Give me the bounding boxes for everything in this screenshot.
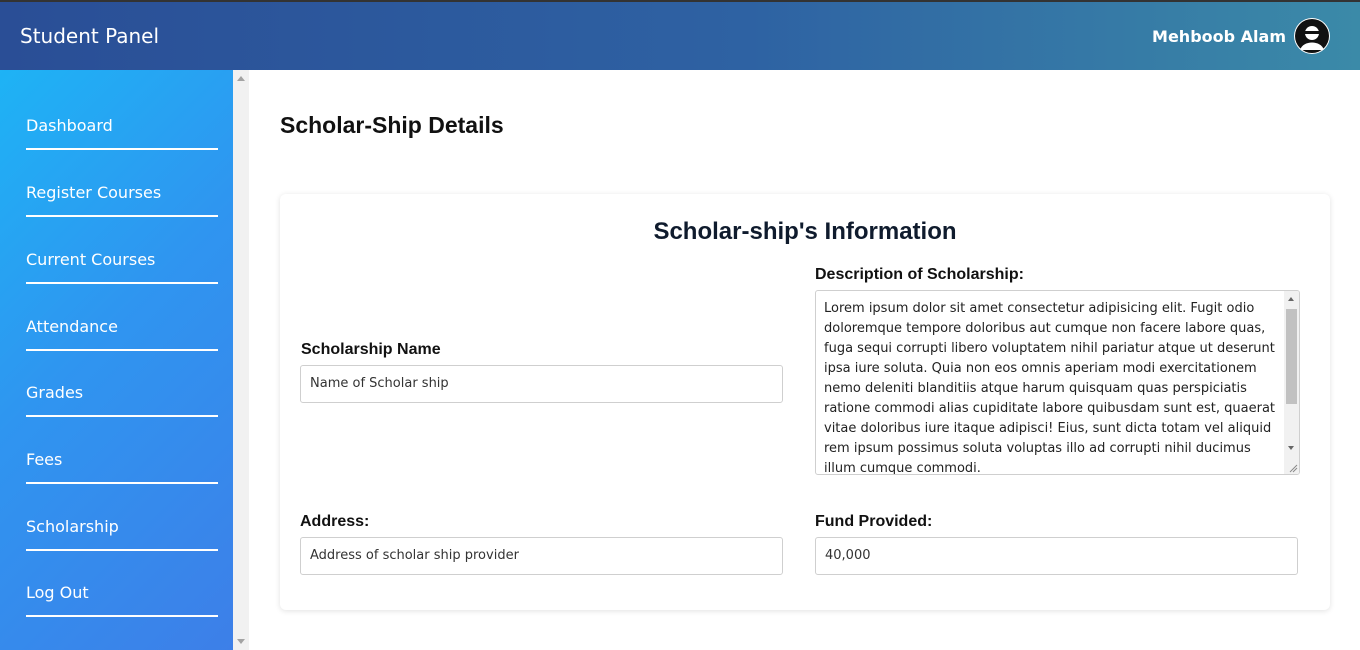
sidebar-item-register-courses[interactable]: Register Courses	[26, 173, 218, 217]
address-input[interactable]: Address of scholar ship provider	[300, 537, 783, 575]
sidebar-item-scholarship[interactable]: Scholarship	[26, 507, 218, 551]
sidebar-item-grades[interactable]: Grades	[26, 373, 218, 417]
sidebar-item-dashboard[interactable]: Dashboard	[26, 106, 218, 150]
sidebar-item-label: Scholarship	[26, 517, 119, 536]
sidebar-item-label: Register Courses	[26, 183, 162, 202]
textarea-scroll-up-icon[interactable]	[1288, 297, 1294, 301]
scholarship-name-input[interactable]: Name of Scholar ship	[300, 365, 783, 403]
sidebar-scrollbar[interactable]	[233, 70, 249, 650]
user-menu[interactable]: Mehboob Alam	[1152, 18, 1330, 54]
sidebar-item-label: Log Out	[26, 583, 89, 602]
brand-title: Student Panel	[20, 24, 160, 48]
sidebar-item-log-out[interactable]: Log Out	[26, 573, 218, 617]
description-text: Lorem ipsum dolor sit amet consectetur a…	[824, 301, 1276, 475]
fund-provided-label: Fund Provided:	[815, 513, 933, 530]
textarea-scroll-thumb[interactable]	[1286, 309, 1297, 404]
sidebar: Dashboard Register Courses Current Cours…	[0, 70, 233, 650]
address-label: Address:	[300, 513, 370, 530]
card-title: Scholar-ship's Information	[653, 218, 957, 245]
fund-provided-input[interactable]: 40,000	[815, 537, 1298, 575]
textarea-scrollbar[interactable]	[1284, 291, 1299, 474]
sidebar-item-attendance[interactable]: Attendance	[26, 307, 218, 351]
sidebar-item-label: Current Courses	[26, 250, 156, 269]
sidebar-item-label: Grades	[26, 383, 84, 402]
textarea-scroll-down-icon[interactable]	[1288, 446, 1294, 450]
description-textarea[interactable]: Lorem ipsum dolor sit amet consectetur a…	[815, 290, 1300, 475]
scroll-down-arrow-icon[interactable]	[237, 639, 245, 644]
top-header: Student Panel Mehboob Alam	[0, 0, 1360, 70]
user-name: Mehboob Alam	[1152, 26, 1286, 46]
sidebar-item-current-courses[interactable]: Current Courses	[26, 240, 218, 284]
sidebar-item-fees[interactable]: Fees	[26, 440, 218, 484]
sidebar-item-label: Fees	[26, 450, 63, 469]
scholarship-card: Scholar-ship's Information Scholarship N…	[280, 194, 1330, 610]
description-label: Description of Scholarship:	[815, 266, 1024, 283]
resize-handle-icon[interactable]	[1288, 463, 1298, 473]
avatar-icon[interactable]	[1294, 18, 1330, 54]
sidebar-item-label: Dashboard	[26, 116, 113, 135]
page-title: Scholar-Ship Details	[280, 112, 504, 138]
scroll-up-arrow-icon[interactable]	[237, 76, 245, 81]
scholarship-name-label: Scholarship Name	[301, 341, 441, 358]
sidebar-item-label: Attendance	[26, 317, 118, 336]
